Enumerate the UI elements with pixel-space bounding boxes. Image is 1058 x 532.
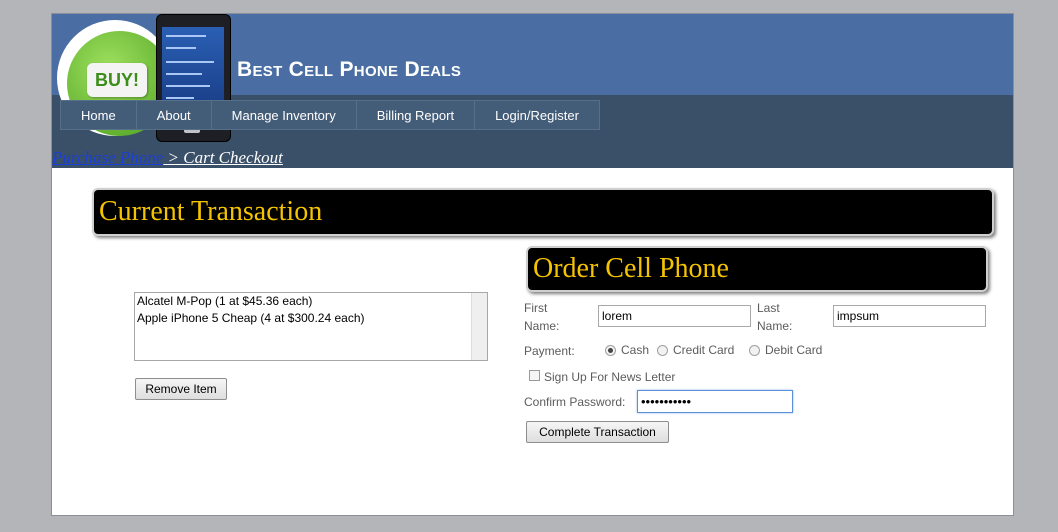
phone-screen-line (166, 47, 196, 49)
phone-screen (162, 27, 224, 107)
radio-cash[interactable] (605, 344, 616, 356)
radio-debit-card[interactable] (749, 344, 760, 356)
nav-login-register[interactable]: Login/Register (474, 100, 600, 130)
payment-credit-card-option[interactable]: Credit Card (657, 343, 734, 357)
remove-item-button[interactable]: Remove Item (135, 378, 227, 400)
last-name-input[interactable]: impsum (833, 305, 986, 327)
listbox-scrollbar[interactable] (471, 293, 487, 360)
first-name-input[interactable]: lorem (598, 305, 751, 327)
nav-about[interactable]: About (135, 100, 211, 130)
breadcrumb-current[interactable]: > Cart Checkout (163, 148, 283, 167)
phone-screen-line (166, 97, 194, 99)
first-name-label-line1: First (524, 301, 548, 315)
current-transaction-heading: Current Transaction (92, 188, 994, 236)
cart-item[interactable]: Apple iPhone 5 Cheap (4 at $300.24 each) (135, 310, 487, 327)
newsletter-label[interactable]: Sign Up For News Letter (544, 370, 675, 384)
first-name-label-line2: Name: (524, 319, 560, 333)
cart-items-listbox[interactable]: Alcatel M-Pop (1 at $45.36 each) Apple i… (134, 292, 488, 361)
breadcrumb-purchase-phone-link[interactable]: Purchase Phone (52, 148, 163, 167)
site-title: Best Cell Phone Deals (237, 58, 462, 81)
confirm-password-label: Confirm Password: (524, 395, 626, 409)
last-name-label-line1: Last (757, 301, 780, 315)
phone-screen-line (166, 73, 202, 75)
phone-screen-line (166, 35, 206, 37)
radio-credit-card[interactable] (657, 344, 668, 356)
nav-manage-inventory[interactable]: Manage Inventory (210, 100, 356, 130)
newsletter-checkbox[interactable] (529, 370, 540, 381)
order-cell-phone-heading: Order Cell Phone (526, 246, 988, 292)
payment-debit-card-option[interactable]: Debit Card (749, 343, 822, 357)
nav-billing-report[interactable]: Billing Report (355, 100, 475, 130)
breadcrumb: Purchase Phone > Cart Checkout (52, 148, 283, 168)
buy-logo-label: BUY! (87, 63, 147, 97)
last-name-label-line2: Name: (757, 319, 793, 333)
payment-label: Payment: (524, 344, 575, 358)
nav-home[interactable]: Home (60, 100, 136, 130)
payment-cash-label[interactable]: Cash (621, 343, 649, 357)
payment-credit-card-label[interactable]: Credit Card (673, 343, 734, 357)
page-container: BUY! Best Cell Phone Deals Home About Ma… (51, 13, 1014, 516)
phone-screen-line (166, 85, 210, 87)
confirm-password-input[interactable]: ••••••••••• (637, 390, 793, 413)
complete-transaction-button[interactable]: Complete Transaction (526, 421, 669, 443)
cart-item[interactable]: Alcatel M-Pop (1 at $45.36 each) (135, 293, 487, 310)
payment-debit-card-label[interactable]: Debit Card (765, 343, 822, 357)
payment-cash-option[interactable]: Cash (605, 343, 649, 357)
main-nav: Home About Manage Inventory Billing Repo… (60, 100, 600, 130)
phone-screen-line (166, 61, 214, 63)
